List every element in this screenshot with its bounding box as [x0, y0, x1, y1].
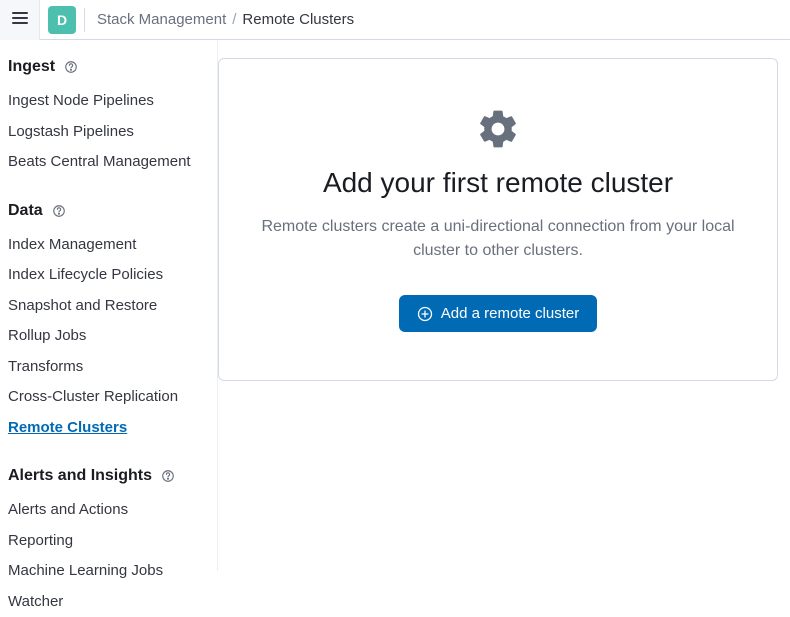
sidebar-item[interactable]: Ingest Node Pipelines [8, 86, 217, 117]
sidebar-item[interactable]: Machine Learning Jobs [8, 556, 217, 587]
help-icon[interactable] [63, 59, 79, 75]
help-icon[interactable] [160, 468, 176, 484]
empty-state-description: Remote clusters create a uni-directional… [259, 215, 737, 263]
plus-circle-icon [417, 306, 433, 322]
sidebar: Ingest Ingest Node PipelinesLogstash Pipe… [0, 40, 218, 571]
empty-state-panel: Add your first remote cluster Remote clu… [218, 58, 778, 381]
sidebar-item[interactable]: Logstash Pipelines [8, 117, 217, 148]
main-content: Add your first remote cluster Remote clu… [218, 40, 790, 571]
sidebar-item[interactable]: Watcher [8, 587, 217, 617]
menu-toggle-button[interactable] [0, 0, 40, 40]
nav-section: Data Index ManagementIndex Lifecycle Poli… [8, 202, 217, 444]
space-letter: D [57, 12, 67, 28]
nav-section: Alerts and Insights Alerts and ActionsRep… [8, 467, 217, 617]
breadcrumb-root[interactable]: Stack Management [97, 11, 226, 28]
sidebar-item[interactable]: Beats Central Management [8, 147, 217, 178]
add-remote-cluster-label: Add a remote cluster [441, 305, 579, 322]
breadcrumb-current: Remote Clusters [242, 11, 354, 28]
sidebar-item[interactable]: Snapshot and Restore [8, 291, 217, 322]
empty-state-title: Add your first remote cluster [259, 167, 737, 199]
sidebar-item[interactable]: Rollup Jobs [8, 321, 217, 352]
sidebar-item[interactable]: Cross-Cluster Replication [8, 382, 217, 413]
breadcrumb-separator: / [232, 11, 236, 28]
nav-list: Alerts and ActionsReportingMachine Learn… [8, 495, 217, 617]
add-remote-cluster-button[interactable]: Add a remote cluster [399, 295, 597, 332]
nav-heading: Ingest [8, 58, 217, 76]
hamburger-icon [11, 9, 29, 30]
sidebar-item[interactable]: Remote Clusters [8, 413, 217, 444]
sidebar-item[interactable]: Alerts and Actions [8, 495, 217, 526]
nav-heading-label: Alerts and Insights [8, 467, 152, 485]
help-icon[interactable] [51, 203, 67, 219]
breadcrumb: Stack Management / Remote Clusters [97, 11, 354, 28]
sidebar-item[interactable]: Index Management [8, 230, 217, 261]
app-header: D Stack Management / Remote Clusters [0, 0, 790, 40]
nav-list: Ingest Node PipelinesLogstash PipelinesB… [8, 86, 217, 178]
header-divider [84, 8, 85, 32]
nav-heading: Data [8, 202, 217, 220]
sidebar-item[interactable]: Index Lifecycle Policies [8, 260, 217, 291]
nav-list: Index ManagementIndex Lifecycle Policies… [8, 230, 217, 444]
nav-heading: Alerts and Insights [8, 467, 217, 485]
space-selector-button[interactable]: D [48, 6, 76, 34]
gear-icon [476, 107, 520, 151]
nav-heading-label: Ingest [8, 58, 55, 76]
sidebar-item[interactable]: Reporting [8, 526, 217, 557]
sidebar-item[interactable]: Transforms [8, 352, 217, 383]
nav-heading-label: Data [8, 202, 43, 220]
nav-section: Ingest Ingest Node PipelinesLogstash Pipe… [8, 58, 217, 178]
